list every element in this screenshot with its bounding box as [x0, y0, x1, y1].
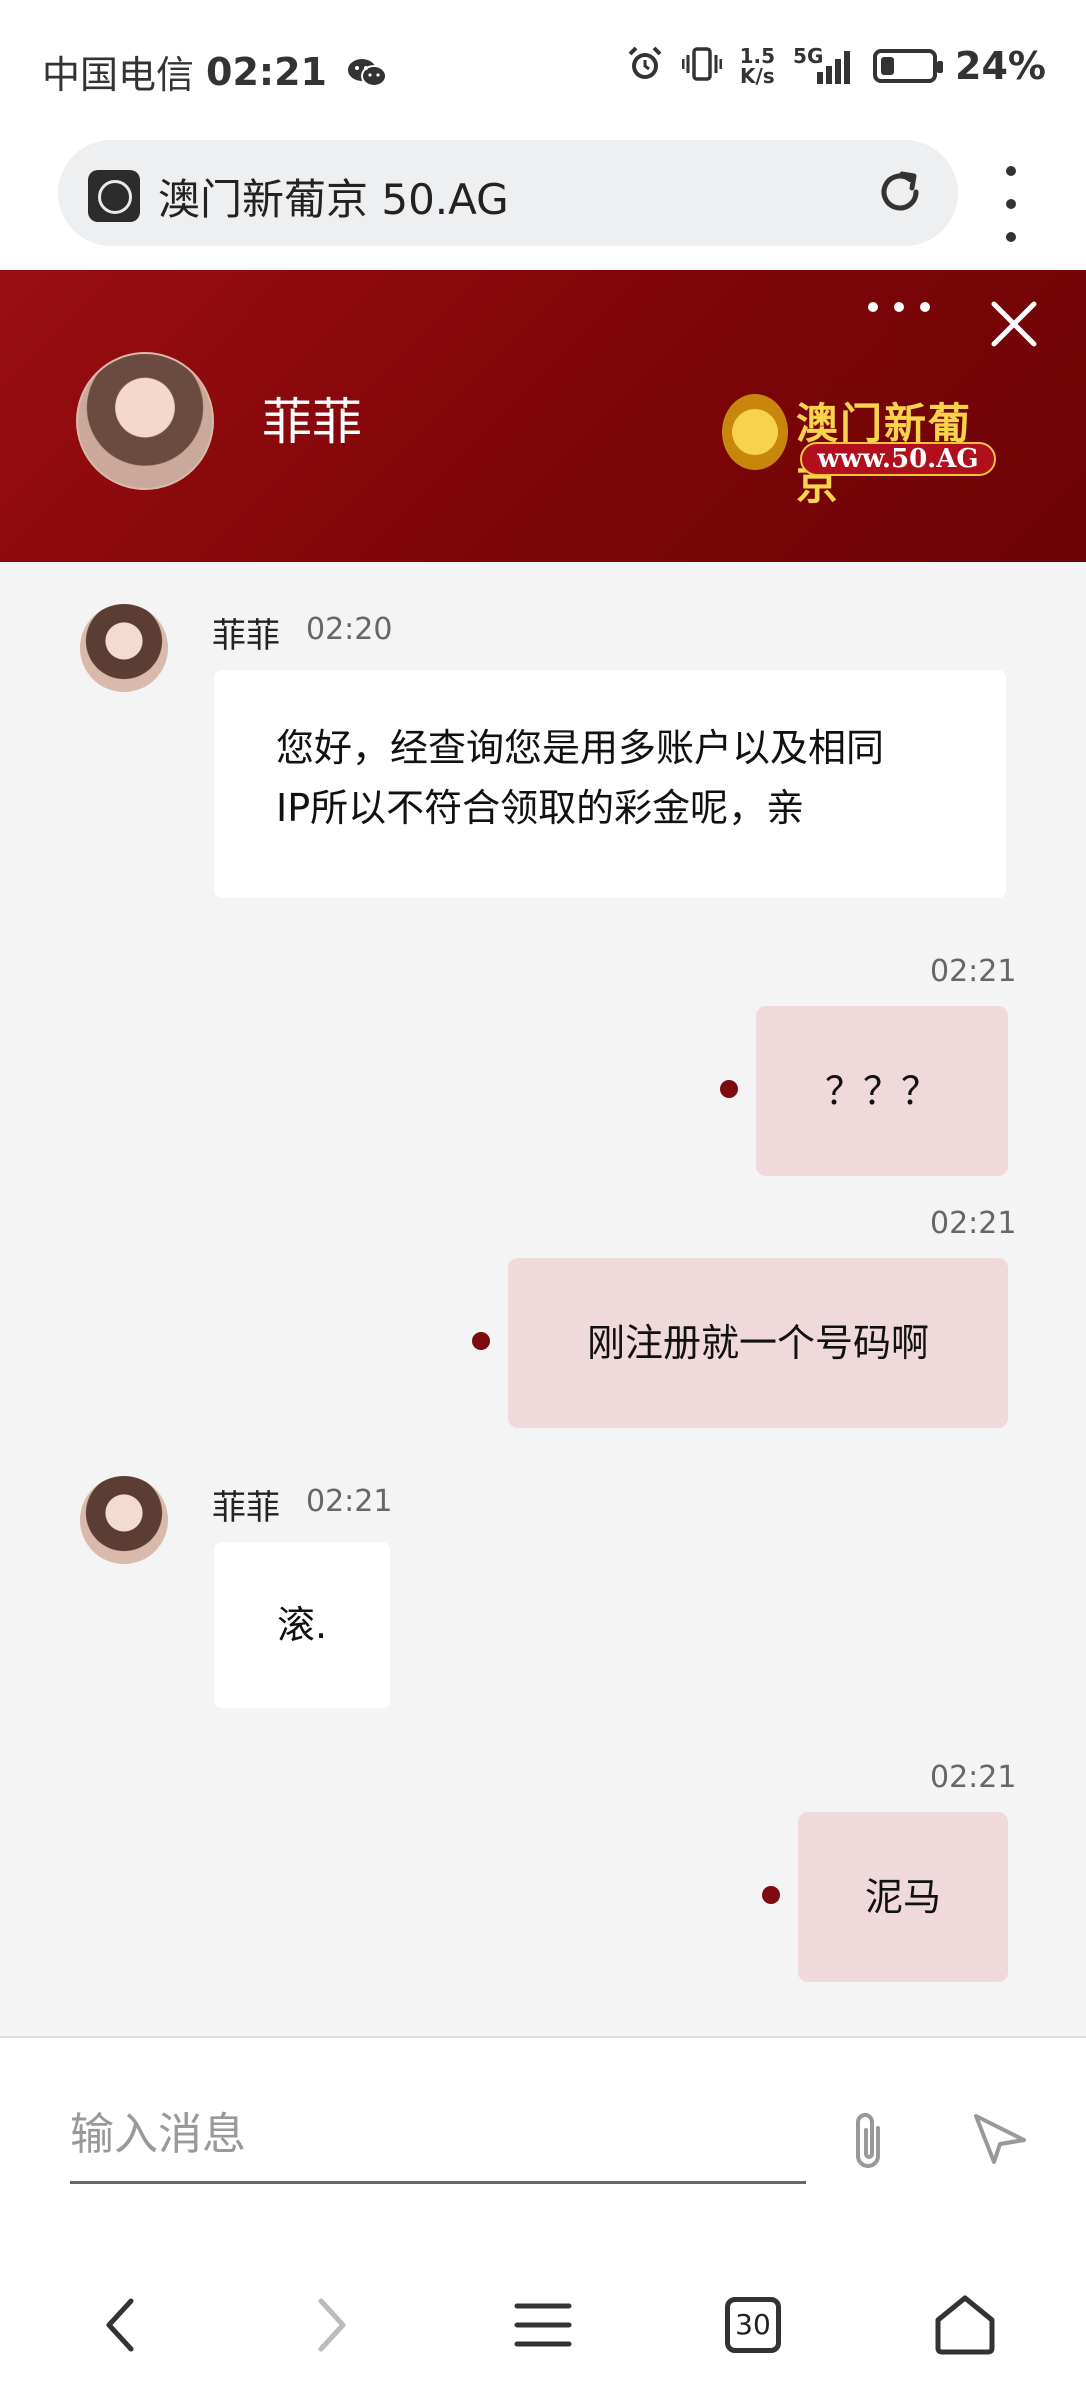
unread-dot: [720, 1080, 738, 1098]
reload-icon[interactable]: [872, 164, 928, 220]
paperclip-icon[interactable]: [842, 2108, 896, 2174]
message-time: 02:21: [930, 1760, 1017, 1795]
message-bubble-incoming: 滚.: [214, 1542, 390, 1708]
battery-percent: 24%: [955, 44, 1046, 88]
message-sender: 菲菲: [212, 616, 280, 656]
carrier-label: 中国电信: [42, 53, 195, 97]
chat-messages[interactable]: 菲菲 02:20 您好，经查询您是用多账户以及相同 IP所以不符合领取的彩金呢，…: [0, 562, 1086, 2036]
address-bar[interactable]: 澳门新葡京 50.AG: [58, 140, 958, 246]
vibrate-icon: [681, 45, 723, 87]
status-left: 中国电信 02:21: [42, 44, 387, 99]
message-bubble-incoming: 您好，经查询您是用多账户以及相同 IP所以不符合领取的彩金呢，亲: [214, 670, 1006, 898]
alarm-icon: [626, 45, 664, 87]
battery-icon: [873, 49, 944, 83]
net-speed-value: 1.5: [739, 44, 776, 68]
browser-nav-bar: 30: [0, 2236, 1086, 2400]
net-speed: 1.5 K/s: [740, 46, 775, 86]
unread-dot: [472, 1332, 490, 1350]
menu-icon[interactable]: [508, 2290, 578, 2360]
status-right: 1.5 K/s 5G 24%: [626, 44, 1046, 88]
message-avatar: [80, 604, 168, 692]
message-sender: 菲菲: [212, 1488, 280, 1528]
battery-fill: [881, 57, 895, 75]
tabs-button[interactable]: 30: [718, 2290, 788, 2360]
brand-logo: 澳门新葡京 www.50.AG: [722, 394, 1002, 509]
clock: 02:21: [206, 49, 327, 94]
message-avatar: [80, 1476, 168, 1564]
close-icon[interactable]: [986, 296, 1042, 352]
message-bubble-outgoing: 刚注册就一个号码啊: [508, 1258, 1008, 1428]
chat-header: 菲菲 澳门新葡京 www.50.AG: [0, 270, 1086, 562]
agent-avatar: [76, 352, 214, 490]
message-time: 02:21: [930, 954, 1017, 989]
unread-dot: [762, 1886, 780, 1904]
signal-icon: 5G: [793, 44, 855, 86]
message-composer: [0, 2036, 1086, 2236]
message-text-line: IP所以不符合领取的彩金呢，亲: [276, 786, 805, 830]
logo-url: www.50.AG: [800, 442, 996, 476]
agent-name: 菲菲: [262, 393, 362, 451]
message-time: 02:20: [306, 612, 393, 647]
message-time: 02:21: [930, 1206, 1017, 1241]
site-favicon-icon: [88, 170, 140, 222]
wechat-icon: [347, 55, 387, 89]
send-icon[interactable]: [970, 2108, 1030, 2168]
message-text-line: 您好，经查询您是用多账户以及相同: [276, 726, 885, 770]
message-bubble-outgoing: 泥马: [798, 1812, 1008, 1982]
logo-emblem-icon: [722, 394, 788, 470]
net-speed-unit: K/s: [739, 64, 775, 88]
message-bubble-outgoing: ？？？: [756, 1006, 1008, 1176]
tabs-count: 30: [725, 2297, 781, 2353]
status-bar: 中国电信 02:21 1.5 K/s 5G 24%: [0, 0, 1086, 136]
back-icon[interactable]: [86, 2290, 156, 2360]
message-time: 02:21: [306, 1484, 393, 1519]
browser-toolbar: 澳门新葡京 50.AG: [0, 136, 1086, 270]
forward-icon[interactable]: [296, 2290, 366, 2360]
message-input[interactable]: [70, 2088, 806, 2184]
browser-menu-icon[interactable]: [996, 166, 1026, 242]
address-bar-title[interactable]: 澳门新葡京 50.AG: [158, 166, 509, 227]
home-icon[interactable]: [930, 2290, 1000, 2360]
more-icon[interactable]: [868, 290, 930, 324]
